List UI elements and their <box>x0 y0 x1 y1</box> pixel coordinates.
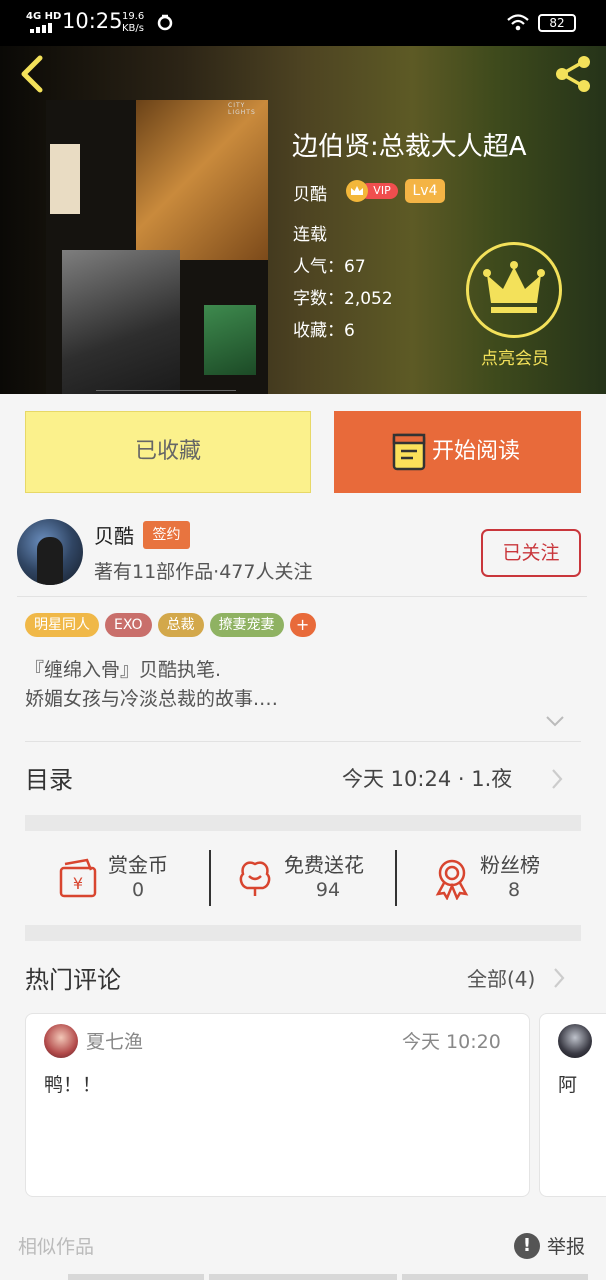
tag[interactable]: 总裁 <box>157 613 204 637</box>
chevron-down-icon[interactable] <box>544 712 566 730</box>
word-count: 字数：2,052 <box>293 289 393 309</box>
section-separator <box>25 815 581 831</box>
chevron-right-icon[interactable] <box>550 768 564 790</box>
commenter-avatar[interactable] <box>558 1024 592 1058</box>
divider <box>209 850 211 906</box>
book-header: CITY LIGHTS 边伯贤:总裁大人超A 贝酷 VIP Lv4 连载 人气：… <box>0 46 606 394</box>
add-tag-button[interactable]: + <box>289 613 316 637</box>
author-avatar[interactable] <box>17 519 83 585</box>
crown-icon <box>483 261 545 313</box>
start-reading-button[interactable]: 开始阅读 <box>334 411 581 493</box>
fan-ranking-button[interactable]: 粉丝榜 8 <box>430 846 560 910</box>
tag[interactable]: 撩妻宠妻 <box>209 613 284 637</box>
coin-voucher-icon: ¥ <box>59 858 97 898</box>
follow-button[interactable]: 已关注 <box>481 529 581 577</box>
cover-text: CITY LIGHTS <box>228 102 256 116</box>
svg-text:¥: ¥ <box>73 874 83 893</box>
flower-icon <box>239 861 271 896</box>
divider <box>25 741 581 742</box>
share-icon[interactable] <box>550 54 596 94</box>
tag[interactable]: EXO <box>105 613 152 637</box>
author-row[interactable]: 贝酷 签约 著有11部作品·477人关注 已关注 <box>0 505 606 595</box>
network-type: 4G HD <box>26 11 62 22</box>
level-badge: Lv4 <box>405 179 445 203</box>
similar-work-thumb[interactable] <box>402 1274 588 1280</box>
report-button[interactable]: 举报 <box>547 1232 585 1259</box>
medal-icon <box>435 859 469 900</box>
clock: 10:25 <box>62 9 123 33</box>
serial-status: 连载 <box>293 225 327 245</box>
comment-text: 阿 <box>558 1074 578 1096</box>
reward-coins-button[interactable]: ¥ 赏金币 0 <box>55 846 205 910</box>
tag[interactable]: 明星同人 <box>25 613 99 637</box>
comment-time: 今天 10:20 <box>402 1031 501 1053</box>
battery-indicator: 82 <box>538 14 576 32</box>
comment-card[interactable]: 阿 <box>539 1013 606 1197</box>
commenter-avatar[interactable] <box>44 1024 78 1058</box>
book-icon <box>392 433 426 471</box>
comment-text: 鸭！！ <box>44 1074 102 1096</box>
app-notification-icon <box>157 14 173 31</box>
header-author-name[interactable]: 贝酷 <box>293 180 327 205</box>
vip-membership-button[interactable] <box>466 242 562 338</box>
vip-cta-label[interactable]: 点亮会员 <box>462 344 568 369</box>
similar-work-thumb[interactable] <box>209 1274 397 1280</box>
similar-work-thumb[interactable] <box>68 1274 204 1280</box>
divider <box>17 596 587 597</box>
section-separator <box>25 925 581 941</box>
author-meta: 著有11部作品·477人关注 <box>94 561 313 583</box>
commenter-name[interactable]: 夏七渔 <box>86 1027 143 1054</box>
popularity: 人气：67 <box>293 257 366 277</box>
book-description[interactable]: 『缠绵入骨』贝酷执笔. 娇媚女孩与冷淡总裁的故事.… <box>25 656 278 714</box>
comment-card[interactable]: 夏七渔 今天 10:20 鸭！！ <box>25 1013 530 1197</box>
similar-works-label: 相似作品 <box>18 1236 95 1258</box>
status-bar: 4G HD 10:25 19.6 KB/s 82 <box>0 0 606 46</box>
signed-badge: 签约 <box>143 521 190 549</box>
chevron-right-icon[interactable] <box>552 967 566 989</box>
toc-label[interactable]: 目录 <box>25 760 73 795</box>
vip-crown-icon <box>346 180 368 202</box>
favorited-button[interactable]: 已收藏 <box>25 411 311 493</box>
latest-chapter[interactable]: 今天 10:24 · 1.夜 <box>342 763 512 793</box>
network-speed: 19.6 KB/s <box>122 11 145 34</box>
hot-comments-title: 热门评论 <box>25 966 121 994</box>
vip-badge: VIP <box>346 180 398 202</box>
send-flower-button[interactable]: 免费送花 94 <box>233 846 383 910</box>
author-name[interactable]: 贝酷 <box>94 520 134 549</box>
signal-icon <box>30 23 54 33</box>
divider <box>395 850 397 906</box>
all-comments-link[interactable]: 全部(4) <box>467 963 535 992</box>
book-cover[interactable]: CITY LIGHTS <box>46 100 268 394</box>
back-arrow-icon[interactable] <box>14 52 50 96</box>
book-title: 边伯贤:总裁大人超A <box>292 132 527 162</box>
tag-list: 明星同人 EXO 总裁 撩妻宠妻 + <box>25 613 316 637</box>
wifi-icon <box>507 14 529 31</box>
alert-icon[interactable]: ! <box>514 1233 540 1259</box>
favorite-count: 收藏：6 <box>293 321 355 341</box>
